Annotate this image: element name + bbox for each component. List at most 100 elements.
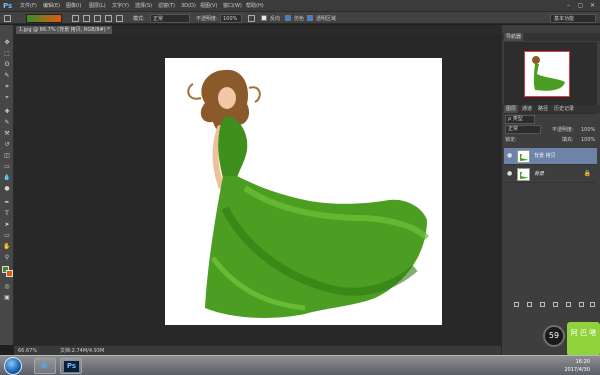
pen-icon[interactable]: ✒ (3, 199, 11, 206)
layers-tabs: 图层 通道 路径 历史记录 (502, 105, 600, 113)
transparency-label: 透明区域 (316, 16, 337, 22)
crop-icon[interactable]: ⌗ (3, 83, 11, 90)
layer-opacity-value[interactable]: 100% (581, 126, 595, 134)
menu-view[interactable]: 视图(V) (200, 2, 217, 10)
maximize-button[interactable]: ▢ (575, 1, 586, 11)
blur-icon[interactable]: 💧 (3, 174, 11, 181)
stamp-icon[interactable]: ⚒ (3, 130, 11, 137)
shape-icon[interactable]: ▭ (3, 232, 11, 239)
zoom-level[interactable]: 66.67% (18, 347, 37, 355)
fill-value[interactable]: 100% (581, 136, 595, 144)
history-brush-icon[interactable]: ↺ (3, 141, 11, 148)
menu-layer[interactable]: 图层(L) (89, 2, 106, 10)
navigator-thumbnail[interactable] (524, 51, 570, 97)
menu-window[interactable]: 窗口(W) (223, 2, 242, 10)
lasso-icon[interactable]: ʘ (3, 61, 11, 68)
background-color-swatch[interactable] (6, 270, 13, 277)
tab-channels[interactable]: 通道 (520, 105, 534, 113)
taskbar: e Ps 16:20 2017/4/30 (0, 355, 600, 375)
pressure-icon[interactable] (248, 15, 255, 22)
zoom-icon[interactable]: ⚲ (3, 254, 11, 261)
diamond-gradient-icon[interactable] (116, 15, 123, 22)
quick-select-icon[interactable]: ✎ (3, 72, 11, 79)
tab-navigator[interactable]: 导航器 (504, 33, 524, 41)
eraser-icon[interactable]: ◫ (3, 152, 11, 159)
menu-help[interactable]: 帮助(H) (246, 2, 264, 10)
gradient-picker[interactable] (26, 14, 62, 23)
menu-select[interactable]: 选择(S) (135, 2, 152, 10)
clock-time: 16:20 (575, 359, 590, 365)
options-bar: 模式: 正常 不透明度: 100% 反向 仿色 透明区域 基本功能 (0, 12, 600, 24)
blend-mode-select[interactable]: 正常 (505, 125, 541, 134)
minimize-button[interactable]: – (563, 1, 574, 11)
layer-thumb-image (520, 154, 528, 161)
healing-icon[interactable]: ✚ (3, 108, 11, 115)
delete-layer-icon[interactable] (590, 302, 595, 307)
menu-type[interactable]: 文字(Y) (112, 2, 129, 10)
brush-icon[interactable]: ✎ (3, 119, 11, 126)
radial-gradient-icon[interactable] (83, 15, 90, 22)
dither-checkbox[interactable] (285, 15, 291, 21)
green-dress-photo (187, 69, 430, 318)
path-select-icon[interactable]: ➤ (3, 221, 11, 228)
link-layers-icon[interactable] (514, 302, 519, 307)
document-tab[interactable]: 1.jpg @ 66.7% (背景 拷贝, RGB/8#) * (16, 26, 112, 34)
reverse-checkbox[interactable] (261, 15, 267, 21)
close-button[interactable]: ✕ (587, 1, 598, 11)
document-size: 文档:2.74M/4.93M (60, 348, 105, 354)
speed-badge[interactable]: 59 (543, 325, 565, 347)
tab-layers[interactable]: 图层 (504, 105, 519, 113)
floating-widget[interactable]: 阿 巴 嗒 (567, 322, 600, 356)
eye-icon[interactable]: ● (507, 153, 513, 159)
new-group-icon[interactable] (566, 302, 571, 307)
layer-mask-icon[interactable] (540, 302, 545, 307)
marquee-icon[interactable]: ⬚ (3, 50, 11, 57)
menu-file[interactable]: 文件(F) (20, 2, 37, 10)
layer-thumb-image (520, 172, 528, 179)
mode-value: 正常 (153, 16, 164, 22)
eye-icon[interactable]: ● (507, 171, 513, 177)
photoshop-icon[interactable]: Ps (60, 358, 82, 374)
type-icon[interactable]: T (3, 210, 11, 217)
layer-row[interactable]: ● 背景 拷贝 (504, 148, 597, 165)
start-button[interactable] (4, 357, 22, 375)
opacity-input[interactable]: 100% (220, 14, 242, 23)
workspace-select[interactable]: 基本功能 (550, 14, 596, 23)
layer-name[interactable]: 背景 (534, 170, 544, 178)
lock-icon: 🔒 (583, 170, 591, 177)
new-layer-icon[interactable] (579, 302, 584, 307)
quick-mask-icon[interactable]: ◎ (3, 283, 11, 290)
tab-paths[interactable]: 路径 (536, 105, 550, 113)
gradient-icon[interactable]: ▭ (3, 163, 11, 170)
document-tab-bar: 1.jpg @ 66.7% (背景 拷贝, RGB/8#) * (14, 25, 501, 34)
layer-name[interactable]: 背景 拷贝 (534, 152, 556, 160)
menu-filter[interactable]: 滤镜(T) (158, 2, 175, 10)
workspace-value: 基本功能 (554, 16, 575, 22)
angle-gradient-icon[interactable] (94, 15, 101, 22)
eyedropper-icon[interactable]: ⌖ (3, 94, 11, 101)
dodge-icon[interactable]: ● (3, 185, 11, 192)
adjustment-layer-icon[interactable] (553, 302, 558, 307)
move-icon[interactable]: ✥ (3, 39, 11, 46)
reflected-gradient-icon[interactable] (105, 15, 112, 22)
layer-row[interactable]: ● 背景 🔒 (504, 166, 597, 183)
menu-3d[interactable]: 3D(D) (181, 2, 196, 10)
layer-style-icon[interactable] (527, 302, 532, 307)
linear-gradient-icon[interactable] (72, 15, 79, 22)
menu-image[interactable]: 图像(I) (66, 2, 81, 10)
layer-opacity-label: 不透明度: (552, 127, 574, 133)
tools-panel: ✥ ⬚ ʘ ✎ ⌗ ⌖ ✚ ✎ ⚒ ↺ ◫ ▭ 💧 ● ✒ T ➤ ▭ ✋ ⚲ … (0, 25, 14, 345)
document-canvas[interactable] (165, 58, 442, 325)
ie-icon[interactable]: e (34, 358, 56, 374)
tab-history[interactable]: 历史记录 (552, 105, 576, 113)
canvas-area[interactable] (14, 34, 501, 345)
hand-icon[interactable]: ✋ (3, 243, 11, 250)
screen-mode-icon[interactable]: ▣ (3, 294, 11, 301)
menu-edit[interactable]: 编辑(E) (43, 2, 60, 10)
transparency-checkbox[interactable] (307, 15, 313, 21)
mode-select[interactable]: 正常 (150, 14, 190, 23)
dither-label: 仿色 (294, 16, 305, 22)
menu-bar: Ps 文件(F) 编辑(E) 图像(I) 图层(L) 文字(Y) 选择(S) 滤… (0, 0, 600, 12)
layer-filter-select[interactable]: ρ 类型 (505, 115, 535, 124)
gradient-tool-icon[interactable] (4, 15, 11, 22)
